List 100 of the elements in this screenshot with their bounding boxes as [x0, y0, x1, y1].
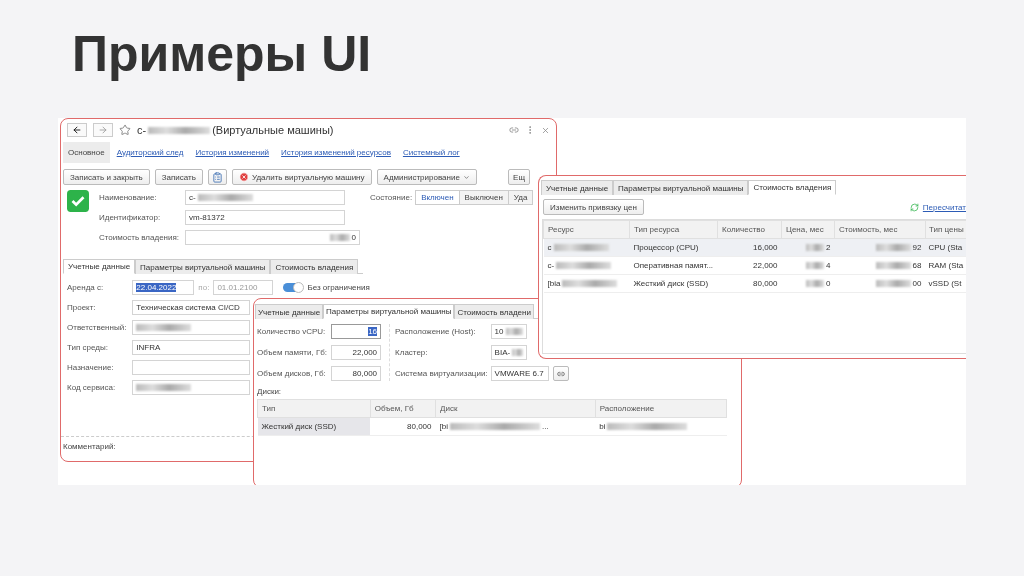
table-cell: 22,000: [753, 261, 778, 270]
table-cell: c-: [547, 261, 555, 270]
table-cell: 68: [912, 261, 922, 270]
delete-button[interactable]: Удалить виртуальную машину: [231, 169, 372, 185]
table-cell: Жесткий диск (SSD): [261, 422, 337, 431]
table-cell: Жесткий диск (SSD): [633, 279, 709, 288]
window-title: (Виртуальные машины): [212, 124, 334, 136]
number-field[interactable]: 80,000: [331, 366, 382, 381]
number-field[interactable]: 22,000: [331, 345, 382, 360]
toolbar-button[interactable]: Ещ: [508, 169, 530, 185]
field-label: Наименование:: [99, 193, 158, 202]
field-label: Тип среды:: [67, 343, 109, 352]
back-button[interactable]: [67, 123, 87, 137]
state-option[interactable]: Уда: [507, 190, 534, 205]
caret-icon: [462, 173, 470, 181]
text-field[interactable]: Техническая система CI/CD: [132, 300, 251, 315]
selected-date: 22.04.2022: [136, 283, 177, 292]
table-cell: 00: [912, 279, 922, 288]
star-icon[interactable]: [119, 124, 131, 136]
text-field[interactable]: [132, 380, 251, 395]
field-label: Кластер:: [395, 348, 429, 357]
text-field[interactable]: [132, 320, 251, 335]
field-value: VMWARE 6.7: [494, 369, 544, 378]
recalculate-link[interactable]: Пересчитат: [922, 202, 966, 212]
change-prices-button[interactable]: Изменить привязку цен: [543, 199, 644, 215]
nav-link[interactable]: Аудиторский след: [111, 141, 189, 163]
column-header: Тип цены: [925, 220, 966, 239]
number-field[interactable]: 16: [331, 324, 382, 339]
check-logo-icon: [67, 190, 89, 212]
tab[interactable]: Учетные данные: [63, 259, 136, 274]
field-label: Состояние:: [370, 193, 413, 202]
text-field[interactable]: BIA-: [490, 345, 527, 360]
nav-link[interactable]: Системный лог: [397, 141, 465, 163]
tab[interactable]: Учетные данные: [541, 180, 614, 195]
table-cell: ...: [541, 422, 549, 431]
tab[interactable]: Стоимость владения: [270, 259, 359, 274]
delete-icon: [238, 172, 249, 182]
toggle-switch[interactable]: [283, 283, 304, 292]
table-cell: 0: [826, 279, 831, 288]
field-label: Стоимость владения:: [99, 233, 179, 242]
table-cell: 80,000: [407, 422, 432, 431]
text-field[interactable]: 10: [490, 324, 527, 339]
column-header: Тип ресурса: [629, 220, 718, 239]
text-field[interactable]: INFRA: [132, 340, 251, 355]
column-header: Цена, мес: [781, 220, 835, 239]
forward-button[interactable]: [93, 123, 113, 137]
column-header: Тип: [257, 399, 371, 418]
field-label: Код сервиса:: [67, 383, 117, 392]
text-field[interactable]: 0: [185, 230, 360, 245]
field-label: по:: [198, 283, 210, 292]
clipboard-button[interactable]: [207, 169, 227, 185]
slide-title: Примеры UI: [72, 26, 373, 84]
date-field[interactable]: 22.04.2022: [132, 280, 195, 295]
nav-link[interactable]: История изменений ресурсов: [276, 141, 396, 163]
field-value: BIA-: [494, 348, 511, 357]
tab[interactable]: Параметры виртуальной машины: [135, 259, 271, 274]
table-cell: 2: [826, 243, 831, 252]
state-option[interactable]: Включен: [415, 190, 460, 205]
menu-button[interactable]: Администрирование: [376, 169, 477, 185]
text-field[interactable]: [132, 360, 251, 375]
text-field[interactable]: c-: [185, 190, 345, 205]
column-header: Количество: [717, 220, 782, 239]
table-cell: Процессор (CPU): [633, 243, 699, 252]
state-option[interactable]: Выключен: [458, 190, 509, 205]
link-icon[interactable]: [509, 125, 519, 135]
nav-link[interactable]: История изменений: [190, 141, 275, 163]
close-icon[interactable]: [541, 125, 550, 135]
column-header: Стоимость, мес: [834, 220, 926, 239]
refresh-icon: [909, 202, 919, 212]
nav-link[interactable]: Основное: [63, 141, 110, 163]
toolbar-button[interactable]: Записать и закрыть: [63, 169, 150, 185]
field-label: Аренда с:: [67, 283, 105, 292]
table-cell: c: [547, 243, 552, 252]
text-field[interactable]: vm-81372: [185, 210, 345, 225]
section-label: Диски:: [256, 386, 283, 398]
tab[interactable]: Параметры виртуальной машины: [323, 304, 455, 319]
field-label: Ответственный:: [67, 323, 127, 332]
table-cell: 92: [912, 243, 922, 252]
column-header: Объем, Гб: [370, 399, 436, 418]
tab[interactable]: Стоимость владени: [454, 304, 534, 319]
field-value: 10: [494, 327, 504, 336]
table-cell: [bi: [439, 422, 448, 431]
table-cell: [bia: [547, 279, 561, 288]
table-cell: bi: [599, 422, 606, 431]
arrow-left-icon: [72, 125, 82, 135]
open-link-button[interactable]: [552, 366, 569, 381]
field-label: Объем памяти, Гб:: [257, 348, 328, 357]
clipboard-icon: [211, 171, 223, 183]
field-label: Количество vCPU:: [257, 327, 327, 336]
window-title: c-: [137, 124, 147, 136]
column-header: Диск: [435, 399, 596, 418]
tab[interactable]: Учетные данные: [255, 304, 324, 319]
field-label: Система виртуализации:: [395, 369, 488, 378]
toolbar-button[interactable]: Записать: [154, 169, 203, 185]
tab[interactable]: Стоимость владения: [748, 180, 837, 195]
table-cell: vSSD (St: [928, 279, 962, 288]
text-field[interactable]: VMWARE 6.7: [490, 366, 549, 381]
tab[interactable]: Параметры виртуальной машины: [613, 180, 749, 195]
field-label: Объем дисков, Гб:: [257, 369, 327, 378]
table-cell: 16,000: [753, 243, 778, 252]
